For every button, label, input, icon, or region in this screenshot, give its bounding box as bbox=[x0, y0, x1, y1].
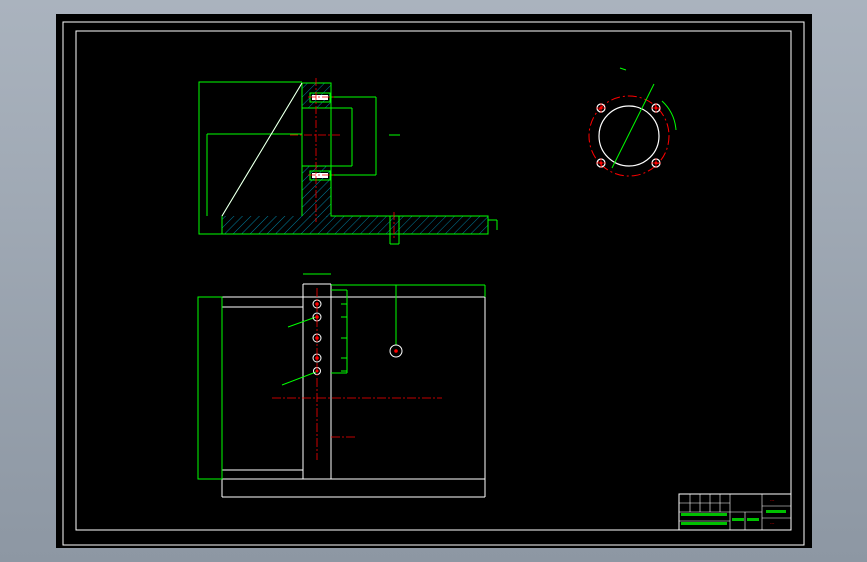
section-view bbox=[198, 78, 498, 245]
title-block: --- --- bbox=[678, 493, 792, 531]
cad-viewport[interactable]: --- --- bbox=[56, 14, 812, 548]
inner-frame bbox=[75, 30, 792, 531]
flange-detail-view bbox=[588, 67, 677, 177]
outer-frame bbox=[62, 21, 805, 546]
title-block-drawing-no: --- bbox=[770, 521, 775, 526]
title-block-title: --- bbox=[770, 498, 775, 503]
plan-view bbox=[197, 273, 486, 498]
drawing-sheet: --- --- bbox=[62, 21, 805, 546]
